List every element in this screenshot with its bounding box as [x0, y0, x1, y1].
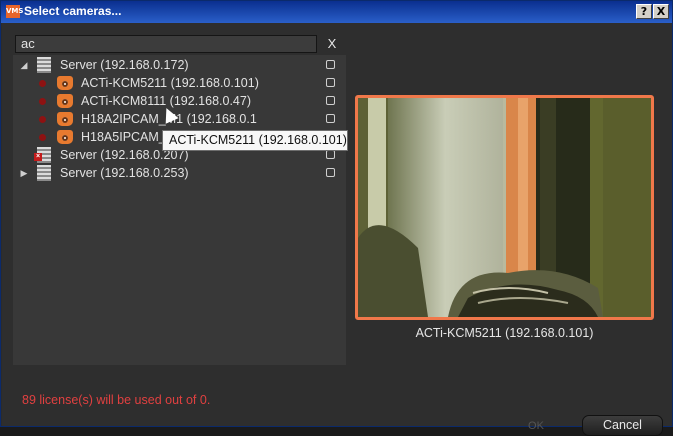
cancel-button[interactable]: Cancel — [582, 415, 663, 436]
dialog-body: ac X ◢ Server (192.168.0.172) ACTi-KCM52… — [2, 23, 672, 436]
select-cameras-dialog: VMS Select cameras... ? X ac X ◢ Server … — [0, 0, 673, 436]
tree-item-server[interactable]: ▶ Server (192.168.0.253) — [13, 164, 346, 182]
server-icon — [37, 57, 51, 73]
error-icon: × — [34, 153, 42, 161]
select-checkbox[interactable] — [326, 114, 335, 123]
search-input[interactable]: ac — [15, 35, 317, 53]
close-button[interactable]: X — [653, 4, 669, 19]
collapsed-arrow-icon[interactable]: ▶ — [19, 164, 29, 182]
recording-status-icon — [39, 98, 46, 105]
camera-icon — [57, 130, 73, 144]
camera-feed-image — [358, 98, 651, 317]
camera-icon — [57, 76, 73, 90]
expanded-arrow-icon[interactable]: ◢ — [19, 56, 29, 74]
server-label: Server (192.168.0.253) — [60, 166, 189, 180]
app-logo-icon: VMS — [6, 5, 23, 18]
preview-caption: ACTi-KCM5211 (192.168.0.101) — [415, 326, 594, 340]
recording-status-icon — [39, 80, 46, 87]
recording-status-icon — [39, 116, 46, 123]
title-bar[interactable]: VMS Select cameras... ? X — [1, 1, 672, 23]
select-checkbox[interactable] — [326, 150, 335, 159]
help-button[interactable]: ? — [636, 4, 652, 19]
select-checkbox[interactable] — [326, 168, 335, 177]
recording-status-icon — [39, 134, 46, 141]
select-checkbox[interactable] — [326, 78, 335, 87]
license-warning: 89 license(s) will be used out of 0. — [22, 393, 211, 407]
tree-item-camera[interactable]: ACTi-KCM8111 (192.168.0.47) — [13, 92, 346, 110]
clear-search-button[interactable]: X — [326, 35, 338, 53]
server-icon — [37, 165, 51, 181]
select-checkbox[interactable] — [326, 96, 335, 105]
ok-button[interactable]: OK — [522, 418, 550, 434]
server-offline-icon: × — [34, 147, 51, 163]
camera-tree: ◢ Server (192.168.0.172) ACTi-KCM5211 (1… — [13, 55, 346, 365]
camera-preview — [355, 95, 654, 320]
tree-item-server[interactable]: ◢ Server (192.168.0.172) — [13, 56, 346, 74]
window-title: Select cameras... — [24, 4, 122, 18]
camera-label: ACTi-KCM5211 (192.168.0.101) — [81, 76, 259, 90]
camera-tooltip: ACTi-KCM5211 (192.168.0.101) — [162, 130, 348, 151]
camera-icon — [57, 112, 73, 126]
tree-item-camera[interactable]: H18A2IPCAM_M1 (192.168.0.1 — [13, 110, 346, 128]
camera-icon — [57, 94, 73, 108]
server-label: Server (192.168.0.172) — [60, 58, 189, 72]
select-checkbox[interactable] — [326, 60, 335, 69]
tree-item-camera[interactable]: ACTi-KCM5211 (192.168.0.101) — [13, 74, 346, 92]
